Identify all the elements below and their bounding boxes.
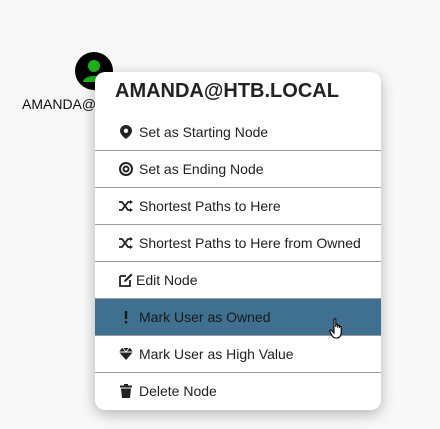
menu-item-label: Shortest Paths to Here from Owned xyxy=(139,235,361,251)
set-starting-node-item[interactable]: Set as Starting Node xyxy=(95,114,381,150)
target-icon xyxy=(118,161,134,177)
gem-icon xyxy=(118,346,134,362)
shuffle-icon xyxy=(118,198,134,214)
shortest-paths-item[interactable]: Shortest Paths to Here xyxy=(95,187,381,224)
shuffle-icon xyxy=(118,235,134,251)
menu-item-label: Shortest Paths to Here xyxy=(139,198,281,214)
exclamation-icon xyxy=(118,309,134,325)
trash-icon xyxy=(118,383,134,399)
edit-node-item[interactable]: Edit Node xyxy=(95,261,381,298)
map-marker-icon xyxy=(118,124,134,140)
menu-item-label: Edit Node xyxy=(136,272,198,288)
menu-item-label: Set as Starting Node xyxy=(139,124,269,140)
shortest-paths-from-owned-item[interactable]: Shortest Paths to Here from Owned xyxy=(95,224,381,261)
delete-node-item[interactable]: Delete Node xyxy=(95,372,381,409)
graph-canvas[interactable]: AMANDA@HTB.LOCAL AMANDA@HTB.LOCAL Set as… xyxy=(0,0,440,429)
menu-item-label: Set as Ending Node xyxy=(139,161,264,177)
menu-item-label: Mark User as Owned xyxy=(139,309,271,325)
set-ending-node-item[interactable]: Set as Ending Node xyxy=(95,150,381,187)
context-menu: AMANDA@HTB.LOCAL Set as Starting Node Se… xyxy=(95,72,381,410)
menu-item-label: Mark User as High Value xyxy=(139,346,294,362)
menu-item-label: Delete Node xyxy=(139,383,217,399)
hand-cursor-icon xyxy=(329,318,347,345)
menu-title: AMANDA@HTB.LOCAL xyxy=(115,80,339,102)
edit-icon xyxy=(118,272,134,288)
